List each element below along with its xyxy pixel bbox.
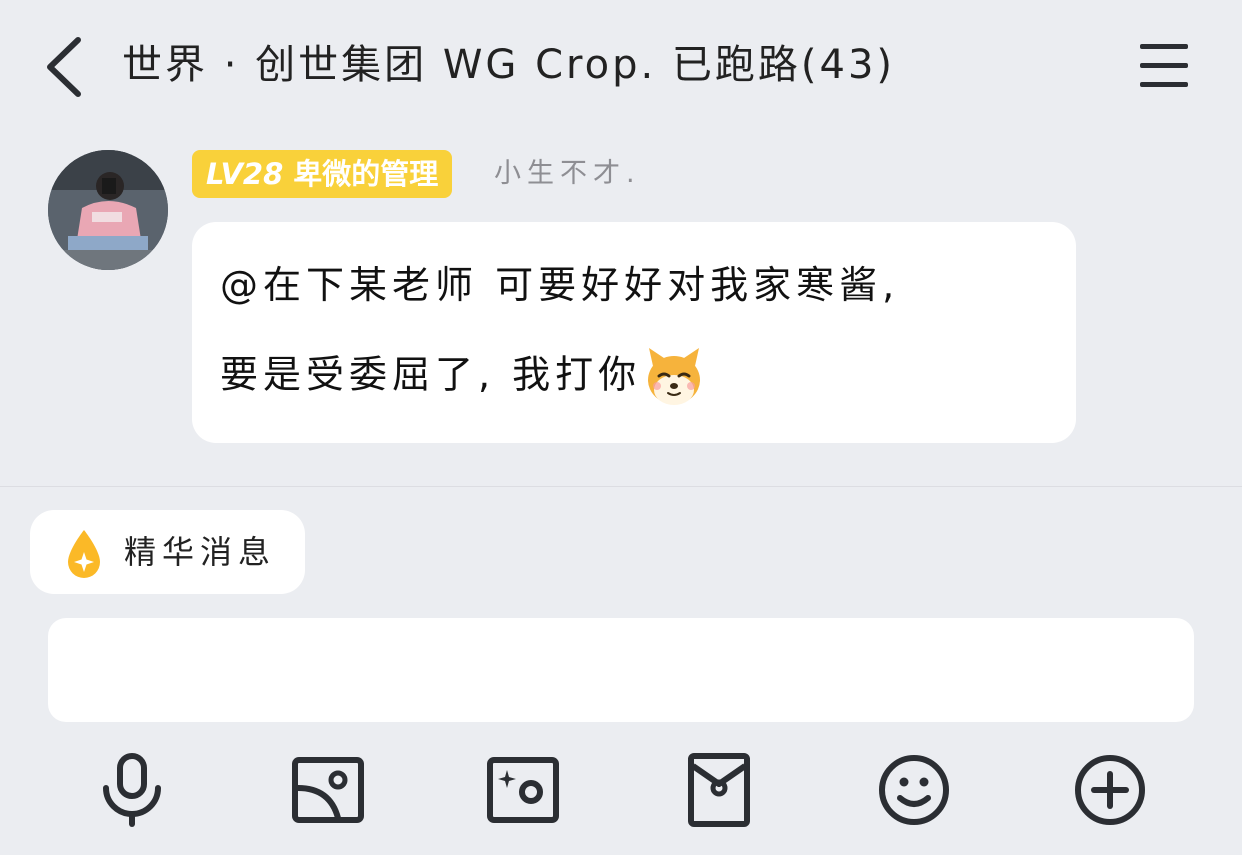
sender-avatar[interactable] bbox=[48, 150, 168, 270]
red-packet-icon bbox=[688, 753, 750, 827]
emoji-button[interactable] bbox=[876, 752, 952, 828]
image-icon bbox=[292, 757, 364, 823]
featured-label: 精华消息 bbox=[124, 533, 277, 571]
message-text-line-2-text: 要是受委屈了, 我打你 bbox=[220, 352, 642, 397]
flame-drop-icon bbox=[64, 528, 104, 580]
featured-messages-button[interactable]: 精华消息 bbox=[30, 510, 305, 594]
camera-icon bbox=[487, 757, 559, 823]
back-button[interactable] bbox=[40, 34, 96, 100]
message-text-line-2: 要是受委屈了, 我打你 bbox=[220, 346, 703, 408]
message-text-line-1: @在下某老师 可要好好对我家寒酱, bbox=[220, 263, 900, 307]
message-input[interactable] bbox=[48, 618, 1194, 722]
doge-emoji-icon bbox=[645, 346, 703, 408]
divider bbox=[0, 486, 1242, 487]
emoji-smile-icon bbox=[879, 755, 949, 825]
member-level-badge: LV28 卑微的管理 bbox=[192, 150, 453, 198]
chevron-left-icon bbox=[47, 37, 81, 97]
image-button[interactable] bbox=[290, 752, 366, 828]
member-title: 卑微的管理 bbox=[293, 157, 439, 191]
microphone-icon bbox=[103, 753, 161, 827]
hamburger-menu-icon bbox=[1140, 44, 1188, 87]
menu-button[interactable] bbox=[1136, 40, 1192, 92]
camera-button[interactable] bbox=[485, 752, 561, 828]
chat-header: 世界 · 创世集团 WG Crop. 已跑路(43) bbox=[0, 0, 1242, 130]
plus-circle-icon bbox=[1075, 755, 1145, 825]
red-packet-button[interactable] bbox=[681, 752, 757, 828]
more-button[interactable] bbox=[1072, 752, 1148, 828]
level-text: LV28 bbox=[206, 157, 284, 191]
avatar-photo bbox=[48, 150, 168, 270]
sender-nickname[interactable]: 小生不才. bbox=[494, 150, 641, 198]
message-bubble[interactable]: @在下某老师 可要好好对我家寒酱, 要是受委屈了, 我打你 bbox=[192, 222, 1076, 443]
chat-title: 世界 · 创世集团 WG Crop. 已跑路(43) bbox=[122, 42, 896, 88]
voice-button[interactable] bbox=[94, 752, 170, 828]
